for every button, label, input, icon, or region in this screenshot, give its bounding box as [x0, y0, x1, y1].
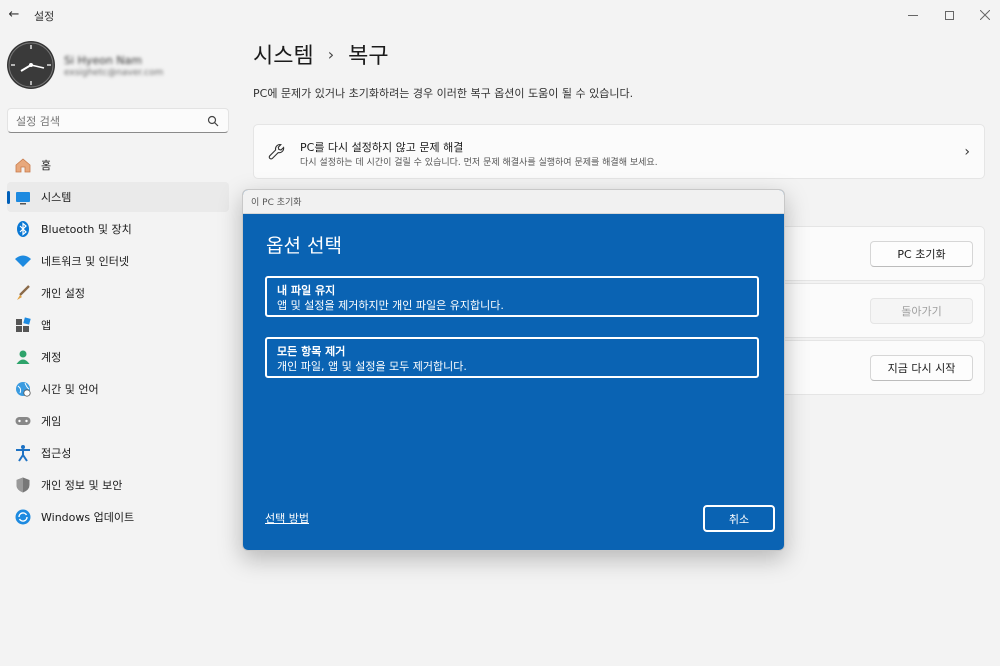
app-title: 설정: [34, 10, 55, 23]
dialog-heading: 옵션 선택: [266, 235, 342, 257]
chevron-right-icon: ›: [964, 144, 970, 160]
wrench-icon: [268, 143, 285, 160]
chevron-right-icon: ›: [327, 44, 335, 64]
sidebar-item-label: 홈: [41, 159, 52, 172]
bluetooth-icon: [14, 220, 32, 238]
shield-icon: [14, 476, 32, 494]
sidebar-item-home[interactable]: 홈: [7, 150, 229, 180]
sidebar-item-accessibility[interactable]: 접근성: [7, 438, 229, 468]
user-email: exsighetc@naver.com: [64, 68, 164, 78]
breadcrumb-system[interactable]: 시스템: [253, 38, 314, 70]
sidebar-item-label: 앱: [41, 319, 52, 332]
network-icon: [14, 252, 32, 270]
sidebar-item-label: 개인 설정: [41, 287, 85, 300]
sidebar-item-windows-update[interactable]: Windows 업데이트: [7, 502, 229, 532]
page-title: 복구: [348, 44, 389, 69]
gamepad-icon: [14, 412, 32, 430]
dialog-title-bar: 이 PC 초기화: [243, 190, 784, 214]
clock-avatar-image: [8, 42, 54, 88]
sidebar-item-label: 시스템: [41, 191, 72, 204]
search-input[interactable]: [16, 113, 206, 129]
sidebar-item-apps[interactable]: 앱: [7, 310, 229, 340]
sidebar-item-time-language[interactable]: 시간 및 언어: [7, 374, 229, 404]
search-icon: [207, 115, 219, 127]
brush-icon: [14, 284, 32, 302]
restart-now-button[interactable]: 지금 다시 시작: [870, 355, 973, 381]
sidebar-item-label: 접근성: [41, 447, 72, 460]
sidebar-item-bluetooth[interactable]: Bluetooth 및 장치: [7, 214, 229, 244]
account-icon: [14, 348, 32, 366]
option-description: 앱 및 설정을 제거하지만 개인 파일은 유지합니다.: [277, 299, 504, 312]
sidebar-item-label: Windows 업데이트: [41, 511, 135, 524]
dialog-window-title: 이 PC 초기화: [251, 198, 302, 208]
option-title: 모든 항목 제거: [277, 345, 346, 358]
fix-card-subtitle: 다시 설정하는 데 시간이 걸릴 수 있습니다. 먼저 문제 해결사를 실행하여…: [300, 158, 658, 168]
maximize-icon: [944, 10, 954, 20]
page-description: PC에 문제가 있거나 초기화하려는 경우 이러한 복구 옵션이 도움이 될 수…: [253, 87, 634, 100]
minimize-icon: [908, 14, 918, 16]
sidebar-nav: 홈 시스템 Bluetooth 및 장치 네트워크 및 인터넷 개인 설정 앱 …: [7, 150, 229, 534]
home-icon: [14, 156, 32, 174]
close-button[interactable]: [962, 0, 1000, 30]
search-box[interactable]: [7, 108, 229, 133]
globe-icon: [14, 380, 32, 398]
go-back-button[interactable]: 돌아가기: [870, 298, 973, 324]
fix-problems-card[interactable]: PC를 다시 설정하지 않고 문제 해결 다시 설정하는 데 시간이 걸릴 수 …: [253, 124, 985, 179]
option-description: 개인 파일, 앱 및 설정을 모두 제거합니다.: [277, 360, 467, 373]
update-icon: [14, 508, 32, 526]
breadcrumb: 시스템 › 복구: [253, 38, 389, 70]
sidebar-item-personalization[interactable]: 개인 설정: [7, 278, 229, 308]
sidebar-item-privacy[interactable]: 개인 정보 및 보안: [7, 470, 229, 500]
avatar[interactable]: [7, 41, 55, 89]
title-bar: ← 설정: [0, 0, 1000, 30]
system-icon: [14, 188, 32, 206]
sidebar-item-network[interactable]: 네트워크 및 인터넷: [7, 246, 229, 276]
accessibility-icon: [14, 444, 32, 462]
sidebar-item-label: 시간 및 언어: [41, 383, 99, 396]
close-icon: [980, 10, 990, 20]
user-name: Si Hyeon Nam: [64, 54, 142, 67]
sidebar-item-label: 개인 정보 및 보안: [41, 479, 123, 492]
fix-card-title: PC를 다시 설정하지 않고 문제 해결: [300, 141, 464, 154]
sidebar-item-label: 게임: [41, 415, 62, 428]
sidebar-item-label: 계정: [41, 351, 62, 364]
option-title: 내 파일 유지: [277, 284, 336, 297]
sidebar-item-accounts[interactable]: 계정: [7, 342, 229, 372]
sidebar-item-label: 네트워크 및 인터넷: [41, 255, 129, 268]
sidebar-item-label: Bluetooth 및 장치: [41, 223, 132, 236]
sidebar-item-system[interactable]: 시스템: [7, 182, 229, 212]
back-arrow-icon[interactable]: ←: [6, 7, 22, 23]
remove-everything-option[interactable]: 모든 항목 제거 개인 파일, 앱 및 설정을 모두 제거합니다.: [265, 337, 759, 378]
help-me-choose-link[interactable]: 선택 방법: [265, 510, 309, 526]
reset-pc-button[interactable]: PC 초기화: [870, 241, 973, 267]
apps-icon: [14, 316, 32, 334]
cancel-button[interactable]: 취소: [703, 505, 775, 532]
sidebar-item-gaming[interactable]: 게임: [7, 406, 229, 436]
reset-pc-dialog: 이 PC 초기화 옵션 선택 내 파일 유지 앱 및 설정을 제거하지만 개인 …: [242, 189, 785, 551]
keep-my-files-option[interactable]: 내 파일 유지 앱 및 설정을 제거하지만 개인 파일은 유지합니다.: [265, 276, 759, 317]
